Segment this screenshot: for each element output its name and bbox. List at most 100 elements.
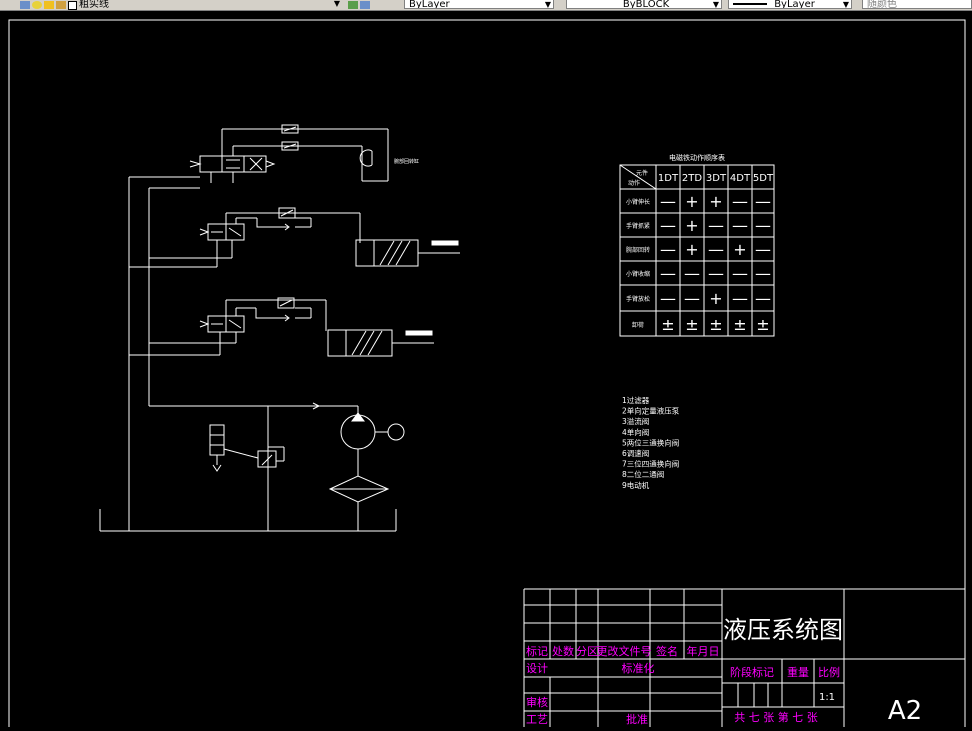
table-column-header: 2TD bbox=[682, 173, 702, 184]
chevron-down-icon[interactable]: ▼ bbox=[843, 0, 849, 8]
table-cell: — bbox=[708, 240, 724, 259]
chevron-down-icon[interactable]: ▼ bbox=[334, 0, 340, 9]
motor-label: 腕部回转缸 bbox=[394, 158, 419, 165]
linetype-value: ByBLOCK bbox=[622, 0, 670, 9]
table-cell: + bbox=[685, 216, 698, 235]
table-cell: + bbox=[685, 240, 698, 259]
legend-item: 3溢流阀 bbox=[622, 416, 649, 426]
table-corner-top: 元件 bbox=[636, 169, 648, 177]
table-column-header: 5DT bbox=[753, 173, 774, 184]
label-zone: 分区 bbox=[576, 645, 598, 658]
linetype-dropdown[interactable]: ByBLOCK ▼ bbox=[566, 0, 722, 9]
lineweight-value: ByLayer bbox=[774, 0, 815, 9]
table-cell: — bbox=[660, 264, 676, 283]
label-ratio: 比例 bbox=[818, 665, 840, 679]
legend-item: 4单向阀 bbox=[622, 427, 649, 437]
table-row-label: 小臂伸长 bbox=[626, 198, 650, 206]
sheet-size: A2 bbox=[888, 696, 922, 726]
sun-icon[interactable] bbox=[44, 1, 54, 9]
make-current-icon[interactable] bbox=[348, 1, 358, 9]
color-dropdown[interactable]: ByLayer ▼ bbox=[404, 0, 554, 9]
table-corner-bottom: 动作 bbox=[628, 179, 640, 187]
label-change-doc: 更改文件号 bbox=[597, 644, 652, 658]
table-cell: — bbox=[684, 289, 700, 308]
table-cell: + bbox=[685, 192, 698, 211]
layer-name: 粗实线 bbox=[79, 0, 109, 10]
legend-item: 7三位四通换向阀 bbox=[622, 459, 679, 469]
label-mark: 标记 bbox=[526, 644, 548, 658]
drawing-canvas[interactable]: 腕部回转缸 电磁铁动作顺序表 元件 动作 1DT 2TD 3DT 4DT 5DT 小臂伸长… bbox=[0, 11, 972, 731]
table-row-label: 腕部回转 bbox=[626, 246, 650, 254]
hydraulic-diagram bbox=[99, 124, 460, 532]
label-design: 设计 bbox=[526, 662, 548, 675]
layer-previous-icon[interactable] bbox=[360, 1, 370, 9]
lineweight-dropdown[interactable]: ByLayer ▼ bbox=[728, 0, 852, 9]
table-row-label: 手臂抓紧 bbox=[626, 222, 650, 230]
plotstyle-value: 随颜色 bbox=[867, 0, 897, 9]
table-cell: — bbox=[684, 264, 700, 283]
table-cell: — bbox=[732, 192, 748, 211]
table-cell: — bbox=[660, 289, 676, 308]
table-cell: — bbox=[755, 289, 771, 308]
label-sign: 签名 bbox=[656, 644, 678, 658]
label-sheets: 共 七 张 第 七 张 bbox=[734, 710, 817, 724]
lineweight-swatch bbox=[733, 3, 767, 5]
table-cell: — bbox=[660, 192, 676, 211]
legend-item: 5两位三通换向阀 bbox=[622, 437, 679, 447]
table-cell: — bbox=[708, 216, 724, 235]
legend-item: 6调速阀 bbox=[622, 449, 649, 458]
layer-dropdown[interactable]: ▼ bbox=[120, 0, 342, 9]
table-cell: — bbox=[660, 240, 676, 259]
label-count: 处数 bbox=[552, 645, 574, 658]
table-cell: + bbox=[733, 240, 746, 259]
table-title: 电磁铁动作顺序表 bbox=[669, 153, 725, 162]
layer-tools[interactable] bbox=[348, 0, 372, 10]
table-cell: — bbox=[708, 264, 724, 283]
label-approve: 批准 bbox=[626, 712, 648, 726]
legend-item: 8二位二通阀 bbox=[622, 469, 664, 479]
table-cell: — bbox=[755, 192, 771, 211]
chevron-down-icon[interactable]: ▼ bbox=[545, 0, 551, 8]
color-value: ByLayer bbox=[409, 0, 450, 9]
table-cell: — bbox=[660, 216, 676, 235]
label-weight: 重量 bbox=[787, 665, 809, 679]
table-column-header: 4DT bbox=[730, 173, 751, 184]
table-cell: — bbox=[755, 264, 771, 283]
label-review: 审核 bbox=[526, 695, 548, 709]
table-column-header: 1DT bbox=[658, 173, 679, 184]
label-date: 年月日 bbox=[687, 644, 720, 658]
legend-item: 2单向定量液压泵 bbox=[622, 406, 680, 416]
table-column-header: 3DT bbox=[706, 173, 727, 184]
lock-icon[interactable] bbox=[56, 1, 66, 9]
label-stage: 阶段标记 bbox=[730, 665, 774, 679]
drawing-svg[interactable]: 腕部回转缸 电磁铁动作顺序表 元件 动作 1DT 2TD 3DT 4DT 5DT 小臂伸长… bbox=[0, 11, 972, 731]
drawing-title: 液压系统图 bbox=[723, 616, 843, 644]
component-legend: 1过滤器2单向定量液压泵3溢流阀4单向阀5两位三通换向阀 6调速阀7三位四通换向阀… bbox=[622, 395, 680, 490]
table-cell: + bbox=[709, 289, 722, 308]
table-cell: — bbox=[732, 264, 748, 283]
table-cell: + bbox=[709, 192, 722, 211]
layer-icons[interactable]: 粗实线 bbox=[20, 0, 109, 10]
legend-item: 1过滤器 bbox=[622, 395, 650, 405]
table-cell: — bbox=[732, 216, 748, 235]
table-cell: ± bbox=[661, 315, 674, 334]
table-row-label: 卸荷 bbox=[632, 321, 644, 329]
property-toolbar: 粗实线 ▼ ByLayer ▼ ByBLOCK ▼ ByLayer ▼ 随颜色 bbox=[0, 0, 972, 11]
table-cell: ± bbox=[685, 315, 698, 334]
table-cell: ± bbox=[756, 315, 769, 334]
color-swatch-icon bbox=[68, 0, 77, 10]
table-row-label: 小臂收缩 bbox=[626, 270, 650, 278]
table-cell: ± bbox=[709, 315, 722, 334]
label-process: 工艺 bbox=[526, 713, 548, 726]
table-cell: — bbox=[755, 240, 771, 259]
table-cell: — bbox=[732, 289, 748, 308]
bulb-icon[interactable] bbox=[32, 1, 42, 9]
chevron-down-icon[interactable]: ▼ bbox=[713, 0, 719, 8]
plotstyle-dropdown[interactable]: 随颜色 bbox=[862, 0, 972, 9]
table-cell: — bbox=[755, 216, 771, 235]
legend-item: 9电动机 bbox=[622, 480, 650, 490]
layer-manager-icon[interactable] bbox=[20, 1, 30, 9]
table-cell: ± bbox=[733, 315, 746, 334]
label-standard: 标准化 bbox=[622, 661, 655, 675]
table-row-label: 手臂放松 bbox=[626, 295, 650, 303]
